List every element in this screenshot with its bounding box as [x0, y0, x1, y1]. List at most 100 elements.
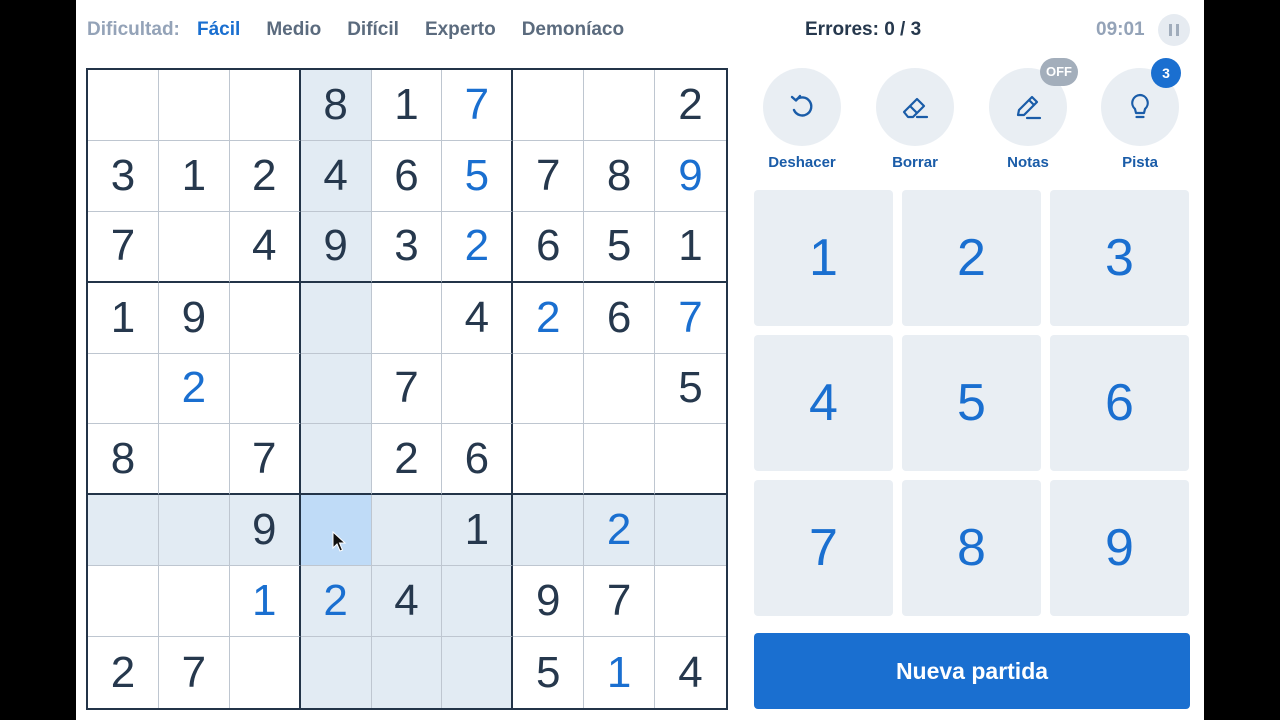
- board-cell-r6c7[interactable]: [513, 424, 585, 496]
- board-cell-r3c1[interactable]: 7: [88, 211, 159, 283]
- board-cell-r3c2[interactable]: [158, 211, 230, 283]
- difficulty-dificil[interactable]: Difícil: [347, 19, 399, 41]
- board-cell-r2c2[interactable]: 1: [158, 140, 230, 212]
- board-cell-r1c9[interactable]: 2: [655, 70, 726, 141]
- board-cell-r4c7[interactable]: 2: [513, 282, 585, 354]
- board-cell-r8c5[interactable]: 4: [371, 566, 443, 638]
- board-cell-r3c7[interactable]: 6: [513, 211, 585, 283]
- board-cell-r9c2[interactable]: 7: [159, 637, 230, 708]
- board-cell-r3c6[interactable]: 2: [442, 211, 514, 283]
- board-cell-r1c7[interactable]: [513, 70, 585, 141]
- difficulty-experto[interactable]: Experto: [425, 19, 496, 41]
- board-cell-r5c4[interactable]: [300, 353, 372, 425]
- board-cell-r4c3[interactable]: [229, 282, 301, 354]
- board-cell-r8c2[interactable]: [158, 566, 230, 638]
- board-cell-r6c8[interactable]: [584, 424, 656, 496]
- board-cell-r9c3[interactable]: [230, 637, 301, 708]
- board-cell-r6c5[interactable]: 2: [371, 424, 443, 496]
- numpad-9-button[interactable]: 9: [1050, 480, 1189, 616]
- board-cell-r8c3[interactable]: 1: [229, 566, 301, 638]
- board-cell-r9c7[interactable]: 5: [513, 637, 585, 708]
- board-cell-r7c6[interactable]: 1: [442, 495, 514, 567]
- difficulty-demoniaco[interactable]: Demoníaco: [522, 19, 624, 41]
- board-cell-r5c3[interactable]: [229, 353, 301, 425]
- board-cell-r1c1[interactable]: [88, 70, 159, 141]
- board-cell-r5c9[interactable]: 5: [655, 354, 726, 425]
- hint-button[interactable]: 3 Pista: [1100, 58, 1181, 171]
- board-cell-r2c6[interactable]: 5: [442, 140, 514, 212]
- board-cell-r7c8[interactable]: 2: [584, 495, 656, 567]
- board-cell-r8c7[interactable]: 9: [513, 566, 585, 638]
- difficulty-facil[interactable]: Fácil: [197, 19, 240, 41]
- board-cell-r4c1[interactable]: 1: [88, 282, 159, 354]
- board-cell-r5c7[interactable]: [513, 353, 585, 425]
- board-cell-r2c7[interactable]: 7: [513, 140, 585, 212]
- board-cell-r3c4[interactable]: 9: [300, 211, 372, 283]
- board-cell-r1c4[interactable]: 8: [300, 70, 372, 141]
- board-cell-r4c5[interactable]: [371, 282, 443, 354]
- board-cell-r4c8[interactable]: 6: [584, 282, 656, 354]
- board-cell-r8c8[interactable]: 7: [584, 566, 656, 638]
- board-cell-r1c3[interactable]: [229, 70, 301, 141]
- board-cell-r7c1[interactable]: [88, 495, 159, 567]
- board-cell-r9c9[interactable]: 4: [655, 637, 726, 708]
- difficulty-medio[interactable]: Medio: [266, 19, 321, 41]
- board-cell-r7c7[interactable]: [513, 495, 585, 567]
- pause-button[interactable]: [1158, 14, 1190, 46]
- board-cell-r6c6[interactable]: 6: [442, 424, 514, 496]
- board-cell-r8c4[interactable]: 2: [300, 566, 372, 638]
- board-cell-r3c5[interactable]: 3: [371, 211, 443, 283]
- board-cell-r3c9[interactable]: 1: [655, 212, 726, 283]
- board-cell-r6c3[interactable]: 7: [229, 424, 301, 496]
- board-cell-r7c2[interactable]: [158, 495, 230, 567]
- notes-button[interactable]: OFF Notas: [988, 58, 1078, 171]
- numpad-6-button[interactable]: 6: [1050, 335, 1189, 471]
- board-cell-r8c9[interactable]: [655, 566, 726, 638]
- board-cell-r8c6[interactable]: [442, 566, 514, 638]
- board-cell-r7c5[interactable]: [371, 495, 443, 567]
- board-cell-r1c5[interactable]: 1: [371, 70, 443, 141]
- erase-button[interactable]: Borrar: [875, 68, 955, 171]
- board-cell-r7c4[interactable]: [300, 495, 372, 567]
- board-cell-r5c8[interactable]: [584, 353, 656, 425]
- board-cell-r7c9[interactable]: [655, 495, 726, 567]
- undo-button[interactable]: Deshacer: [762, 68, 842, 171]
- board-cell-r9c8[interactable]: 1: [584, 637, 656, 708]
- board-cell-r6c2[interactable]: [158, 424, 230, 496]
- numpad-1-button[interactable]: 1: [754, 190, 893, 326]
- numpad-5-button[interactable]: 5: [902, 335, 1041, 471]
- board-cell-r2c5[interactable]: 6: [371, 140, 443, 212]
- board-cell-r1c6[interactable]: 7: [442, 70, 514, 141]
- board-cell-r5c5[interactable]: 7: [371, 353, 443, 425]
- new-game-button[interactable]: Nueva partida: [754, 633, 1190, 709]
- board-cell-r2c1[interactable]: 3: [88, 140, 159, 212]
- board-cell-r4c9[interactable]: 7: [655, 283, 726, 354]
- board-cell-r8c1[interactable]: [88, 566, 159, 638]
- board-cell-r2c4[interactable]: 4: [300, 140, 372, 212]
- board-cell-r6c1[interactable]: 8: [88, 424, 159, 496]
- numpad-7-button[interactable]: 7: [754, 480, 893, 616]
- board-cell-r9c6[interactable]: [442, 637, 514, 708]
- board-cell-r1c8[interactable]: [584, 70, 656, 141]
- board-cell-r6c9[interactable]: [655, 424, 726, 496]
- board-cell-r9c5[interactable]: [371, 637, 443, 708]
- numpad-2-button[interactable]: 2: [902, 190, 1041, 326]
- board-cell-r2c8[interactable]: 8: [584, 140, 656, 212]
- board-cell-r3c8[interactable]: 5: [584, 211, 656, 283]
- board-cell-r4c6[interactable]: 4: [442, 282, 514, 354]
- board-cell-r2c9[interactable]: 9: [655, 141, 726, 212]
- board-cell-r2c3[interactable]: 2: [229, 140, 301, 212]
- board-cell-r1c2[interactable]: [158, 70, 230, 141]
- board-cell-r5c6[interactable]: [442, 353, 514, 425]
- board-cell-r5c2[interactable]: 2: [158, 353, 230, 425]
- board-cell-r6c4[interactable]: [300, 424, 372, 496]
- board-cell-r4c4[interactable]: [300, 282, 372, 354]
- board-cell-r5c1[interactable]: [88, 353, 159, 425]
- numpad-3-button[interactable]: 3: [1050, 190, 1189, 326]
- numpad-4-button[interactable]: 4: [754, 335, 893, 471]
- board-cell-r9c4[interactable]: [300, 637, 372, 708]
- numpad-8-button[interactable]: 8: [902, 480, 1041, 616]
- board-cell-r3c3[interactable]: 4: [229, 211, 301, 283]
- board-cell-r4c2[interactable]: 9: [158, 282, 230, 354]
- board-cell-r7c3[interactable]: 9: [229, 495, 301, 567]
